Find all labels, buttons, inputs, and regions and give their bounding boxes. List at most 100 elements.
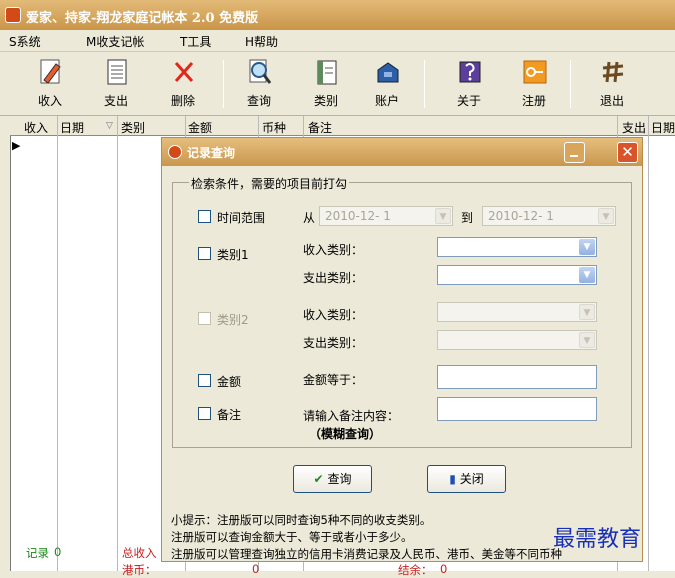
amount-label: 金额: [217, 375, 242, 389]
menu-system[interactable]: S系统: [9, 33, 41, 50]
key-icon: [522, 58, 548, 86]
register-label: 注册: [521, 94, 546, 108]
from-date-picker[interactable]: 2010-12- 1 ▼: [319, 206, 453, 226]
header-date[interactable]: 日期: [60, 119, 84, 136]
document-icon: [314, 58, 340, 86]
dialog-close-button[interactable]: ▮ 关闭: [427, 465, 506, 493]
register-button[interactable]: 注册: [511, 54, 557, 114]
record-count-value: 0: [54, 545, 62, 559]
category-label: 类别: [313, 94, 338, 108]
category2-expense-select[interactable]: ▼: [437, 330, 597, 350]
dialog-title: 记录查询: [187, 146, 236, 160]
exit-button[interactable]: 退出: [589, 54, 635, 114]
time-range-label: 时间范围: [217, 211, 266, 225]
category1-income-select[interactable]: ▼: [437, 237, 597, 257]
account-label: 账户: [374, 94, 399, 108]
hash-icon: [600, 58, 626, 86]
fuzzy-query-label: （模糊查询）: [309, 427, 382, 441]
category1-checkbox[interactable]: [198, 247, 211, 260]
query-submit-button[interactable]: ✔ 查询: [293, 465, 372, 493]
note-checkbox[interactable]: [198, 407, 211, 420]
hkd-value: 0: [252, 562, 260, 576]
pencil-icon: [38, 58, 64, 86]
header-income[interactable]: 收入: [24, 119, 48, 136]
notepad-icon: [104, 58, 130, 86]
toolbox-icon: [375, 58, 401, 86]
search-criteria-group: 检索条件，需要的项目前打勾 时间范围 从 2010-12- 1 ▼ 到 2010-…: [172, 175, 632, 448]
chevron-down-icon: ▼: [579, 239, 595, 255]
menu-help[interactable]: H帮助: [245, 33, 278, 50]
category1-label: 类别1: [217, 248, 249, 262]
to-date-picker[interactable]: 2010-12- 1 ▼: [482, 206, 616, 226]
category2-label: 类别2: [217, 313, 249, 327]
toolbar-separator: [223, 60, 224, 108]
header-amount[interactable]: 金额: [188, 119, 212, 136]
grid-column-divider: [648, 116, 649, 571]
dialog-title-bar[interactable]: 记录查询 ✕: [162, 138, 642, 166]
query-label: 查询: [246, 94, 271, 108]
amount-equals-label: 金额等于：: [303, 373, 364, 387]
hint-line-2: 注册版可以查询金额大于、等于或者小于多少。: [171, 530, 413, 544]
income-button[interactable]: 收入: [27, 54, 73, 114]
toolbar-separator: [570, 60, 571, 108]
door-icon: ▮: [449, 472, 456, 486]
x-icon: [171, 58, 197, 86]
about-label: 关于: [456, 94, 481, 108]
chevron-down-icon: ▼: [598, 208, 614, 224]
total-income-label: 总收入: [122, 546, 157, 560]
menu-accounting[interactable]: M收支记帐: [86, 33, 144, 50]
dialog-app-icon: [168, 145, 182, 159]
category2-checkbox[interactable]: [198, 312, 211, 325]
amount-checkbox[interactable]: [198, 374, 211, 387]
category2-expense-label: 支出类别：: [303, 336, 364, 350]
app-title: 爱家、持家-翔龙家庭记帐本 2.0 免费版: [26, 11, 259, 26]
chevron-down-icon: ▼: [435, 208, 451, 224]
app-title-bar: 爱家、持家-翔龙家庭记帐本 2.0 免费版: [0, 0, 675, 30]
category1-expense-select[interactable]: ▼: [437, 265, 597, 285]
income-label: 收入: [37, 94, 62, 108]
query-button[interactable]: 查询: [236, 54, 282, 114]
hint-line-1: 小提示：注册版可以同时查询5种不同的收支类别。: [171, 513, 432, 527]
row-pointer-icon: ▶: [12, 139, 21, 152]
note-label: 备注: [217, 408, 242, 422]
record-count-label: 记录: [26, 546, 49, 560]
close-icon[interactable]: ✕: [617, 142, 638, 163]
account-button[interactable]: 账户: [364, 54, 410, 114]
header-expense[interactable]: 支出: [622, 119, 646, 136]
grid-column-divider: [117, 116, 118, 571]
note-content-label: 请输入备注内容：: [303, 409, 400, 423]
group-title: 检索条件，需要的项目前打勾: [189, 175, 350, 192]
header-category[interactable]: 类别: [121, 119, 145, 136]
note-input[interactable]: [437, 397, 597, 421]
time-range-checkbox[interactable]: [198, 210, 211, 223]
balance-value: 0: [440, 562, 448, 576]
magnifier-icon: [247, 58, 273, 86]
amount-input[interactable]: [437, 365, 597, 389]
category2-income-label: 收入类别：: [303, 308, 364, 322]
menu-bar: S系统 M收支记帐 T工具 H帮助: [0, 30, 675, 52]
toolbar: 收入 支出 删除 查询 类别 账户 关于 注册 退出: [0, 52, 675, 116]
app-icon: [5, 7, 21, 23]
balance-label: 结余：: [398, 563, 433, 577]
category1-expense-label: 支出类别：: [303, 271, 364, 285]
minimize-button[interactable]: [564, 142, 585, 163]
watermark: 最需教育: [553, 527, 642, 552]
exit-label: 退出: [599, 94, 624, 108]
menu-tools[interactable]: T工具: [180, 33, 211, 50]
category-button[interactable]: 类别: [303, 54, 349, 114]
checkmark-icon: ✔: [313, 472, 324, 486]
sort-icon: ▽: [106, 121, 113, 131]
to-label: 到: [461, 211, 474, 225]
delete-label: 删除: [170, 94, 195, 108]
hkd-label: 港币：: [122, 563, 157, 577]
expense-button[interactable]: 支出: [93, 54, 139, 114]
about-button[interactable]: 关于: [446, 54, 492, 114]
delete-button[interactable]: 删除: [160, 54, 206, 114]
record-query-dialog: 记录查询 ✕ 检索条件，需要的项目前打勾 时间范围 从 2010-12- 1 ▼ …: [161, 137, 643, 562]
header-note[interactable]: 备注: [308, 119, 332, 136]
header-expense-date[interactable]: 日期: [651, 119, 675, 136]
header-currency[interactable]: 币种: [262, 119, 286, 136]
about-icon: [457, 58, 483, 86]
toolbar-separator: [424, 60, 425, 108]
category2-income-select[interactable]: ▼: [437, 302, 597, 322]
